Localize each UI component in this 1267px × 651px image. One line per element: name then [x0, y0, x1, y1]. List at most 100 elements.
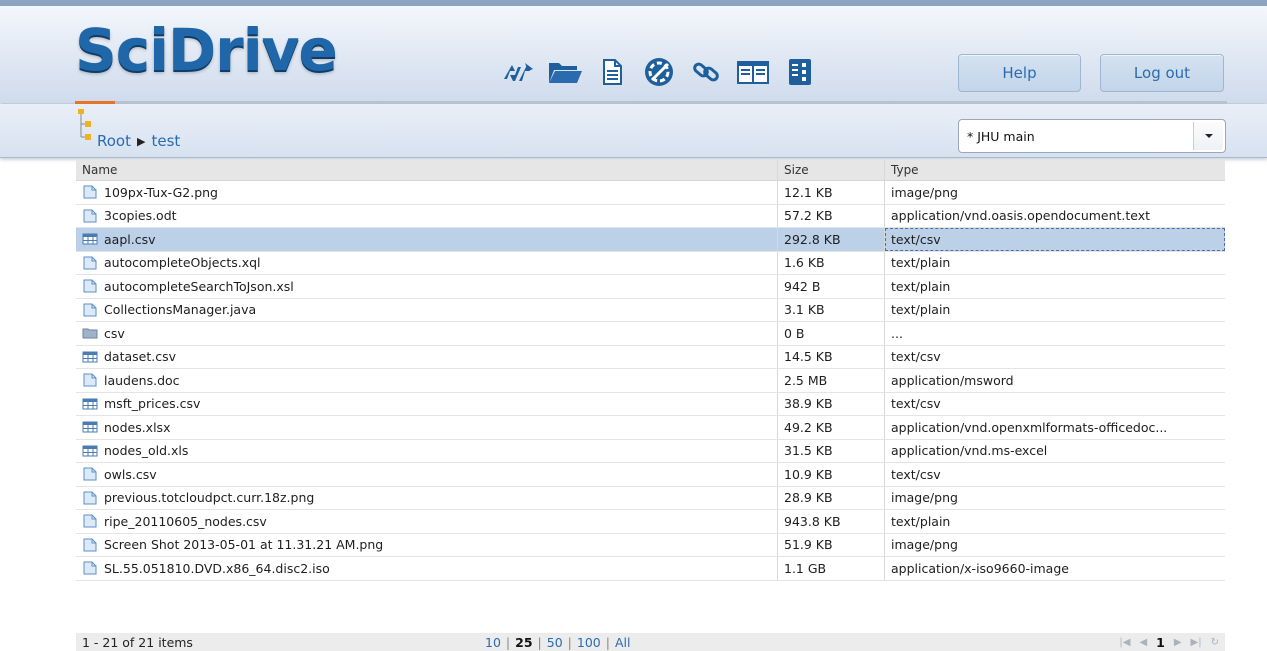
file-name[interactable]: 109px-Tux-G2.png — [104, 185, 218, 200]
table-icon — [82, 397, 98, 411]
folder-icon[interactable] — [547, 52, 583, 92]
page-size-divider: | — [505, 634, 511, 650]
file-row[interactable]: msft_prices.csv 38.9 KB text/csv — [76, 392, 1225, 416]
file-row[interactable]: 109px-Tux-G2.png 12.1 KB image/png — [76, 181, 1225, 205]
file-name[interactable]: csv — [104, 326, 125, 341]
file-row[interactable]: Screen Shot 2013-05-01 at 11.31.21 AM.pn… — [76, 533, 1225, 557]
breadcrumb-root[interactable]: Root — [97, 132, 131, 150]
chevron-down-icon[interactable] — [1193, 122, 1223, 150]
file-name[interactable]: 3copies.odt — [104, 208, 177, 223]
share-select[interactable]: * JHU main — [958, 119, 1226, 153]
file-row[interactable]: dataset.csv 14.5 KB text/csv — [76, 345, 1225, 369]
file-type: text/plain — [891, 302, 951, 318]
prev-page-icon[interactable]: ◀ — [1139, 637, 1147, 648]
file-type: text/csv — [891, 349, 941, 365]
file-icon — [82, 185, 98, 199]
file-row[interactable]: CollectionsManager.java 3.1 KB text/plain — [76, 298, 1225, 322]
file-name-cell[interactable]: dataset.csv — [76, 345, 778, 368]
sync-icon[interactable] — [500, 52, 536, 92]
file-type: image/png — [891, 184, 958, 200]
file-type: text/plain — [891, 278, 951, 294]
table-icon — [82, 350, 98, 364]
file-row[interactable]: csv 0 B... — [76, 322, 1225, 346]
file-name-cell[interactable]: laudens.doc — [76, 369, 778, 392]
current-page[interactable]: 1 — [1156, 635, 1165, 650]
file-row[interactable]: SL.55.051810.DVD.x86_64.disc2.iso 1.1 GB a… — [76, 557, 1225, 581]
file-name-cell[interactable]: ripe_20110605_nodes.csv — [76, 510, 778, 533]
file-name-cell[interactable]: nodes_old.xls — [76, 439, 778, 462]
file-row[interactable]: owls.csv 10.9 KB text/csv — [76, 463, 1225, 487]
file-name[interactable]: Screen Shot 2013-05-01 at 11.31.21 AM.pn… — [104, 537, 383, 552]
file-name[interactable]: autocompleteSearchToJson.xsl — [104, 279, 294, 294]
file-name[interactable]: nodes_old.xls — [104, 443, 188, 458]
page-size-option[interactable]: 100 — [577, 635, 601, 650]
column-header-type[interactable]: Type — [885, 160, 1225, 180]
file-row[interactable]: ripe_20110605_nodes.csv 943.8 KB text/plai… — [76, 510, 1225, 534]
file-name[interactable]: msft_prices.csv — [104, 396, 200, 411]
file-name[interactable]: laudens.doc — [104, 373, 180, 388]
help-button[interactable]: Help — [958, 54, 1081, 92]
folder-icon — [82, 326, 98, 340]
file-name[interactable]: previous.totcloudpct.curr.18z.png — [104, 490, 314, 505]
file-name-cell[interactable]: msft_prices.csv — [76, 392, 778, 415]
file-size: 1.6 KB — [778, 251, 885, 274]
table-icon — [82, 232, 98, 246]
next-page-icon[interactable]: ▶ — [1174, 637, 1182, 648]
file-row[interactable]: nodes.xlsx 49.2 KB application/vnd.openxml… — [76, 416, 1225, 440]
share-select-value[interactable]: * JHU main — [959, 129, 1193, 144]
tree-icon[interactable] — [76, 108, 94, 145]
breadcrumb-current[interactable]: test — [151, 132, 180, 150]
logout-button[interactable]: Log out — [1100, 54, 1224, 92]
last-page-icon[interactable]: ▶| — [1191, 637, 1202, 648]
first-page-icon[interactable]: |◀ — [1119, 637, 1130, 648]
file-type: text/csv — [891, 396, 941, 412]
column-header-name[interactable]: Name — [76, 160, 778, 180]
column-header-size[interactable]: Size — [778, 160, 885, 180]
app-header: SciDrive Help Log out — [0, 0, 1267, 103]
page-size-option[interactable]: All — [615, 635, 631, 650]
file-row[interactable]: autocompleteObjects.xql 1.6 KB text/plain — [76, 251, 1225, 275]
refresh-icon[interactable]: ↻ — [1211, 637, 1219, 648]
file-row[interactable]: laudens.doc 2.5 MB application/msword — [76, 369, 1225, 393]
file-name-cell[interactable]: aapl.csv — [76, 228, 778, 251]
file-name-cell[interactable]: CollectionsManager.java — [76, 298, 778, 321]
file-row[interactable]: aapl.csv 292.8 KB text/csv — [76, 228, 1225, 252]
file-name-cell[interactable]: previous.totcloudpct.curr.18z.png — [76, 486, 778, 509]
file-row[interactable]: autocompleteSearchToJson.xsl 942 B text/pl… — [76, 275, 1225, 299]
file-name-cell[interactable]: Screen Shot 2013-05-01 at 11.31.21 AM.pn… — [76, 533, 778, 556]
page-size-divider: | — [605, 634, 610, 650]
page-size-option[interactable]: 10 — [485, 635, 501, 650]
file-row[interactable]: nodes_old.xls 31.5 KB application/vnd.ms-e… — [76, 439, 1225, 463]
file-name[interactable]: ripe_20110605_nodes.csv — [104, 514, 267, 529]
file-name-cell[interactable]: nodes.xlsx — [76, 416, 778, 439]
share-icon[interactable] — [641, 52, 677, 92]
file-name[interactable]: nodes.xlsx — [104, 420, 170, 435]
page-size-option[interactable]: 25 — [515, 635, 532, 650]
file-row[interactable]: 3copies.odt 57.2 KB application/vnd.oasis.… — [76, 204, 1225, 228]
breadcrumb: Root ▶ test — [97, 132, 180, 150]
metadata-icon[interactable] — [782, 52, 818, 92]
file-name-cell[interactable]: 109px-Tux-G2.png — [76, 181, 778, 204]
file-type: image/png — [891, 537, 958, 553]
file-name[interactable]: aapl.csv — [104, 232, 155, 247]
file-name[interactable]: owls.csv — [104, 467, 157, 482]
document-icon[interactable] — [594, 52, 630, 92]
file-row[interactable]: previous.totcloudpct.curr.18z.png 28.9 KB… — [76, 486, 1225, 510]
page-size-option[interactable]: 50 — [547, 635, 563, 650]
file-name-cell[interactable]: autocompleteObjects.xql — [76, 251, 778, 274]
file-type: application/vnd.openxmlformats-officedoc… — [891, 419, 1168, 435]
file-name-cell[interactable]: SL.55.051810.DVD.x86_64.disc2.iso — [76, 557, 778, 580]
columns-icon[interactable] — [735, 52, 771, 92]
file-name[interactable]: autocompleteObjects.xql — [104, 255, 261, 270]
pager-nav: |◀ ◀ 1 ▶ ▶| ↻ — [1110, 633, 1219, 651]
file-name[interactable]: SL.55.051810.DVD.x86_64.disc2.iso — [104, 561, 330, 576]
link-icon[interactable] — [688, 52, 724, 92]
file-name-cell[interactable]: owls.csv — [76, 463, 778, 486]
file-icon — [82, 209, 98, 223]
file-name-cell[interactable]: 3copies.odt — [76, 204, 778, 227]
file-name-cell[interactable]: autocompleteSearchToJson.xsl — [76, 275, 778, 298]
file-name[interactable]: dataset.csv — [104, 349, 176, 364]
file-icon — [82, 256, 98, 270]
file-name[interactable]: CollectionsManager.java — [104, 302, 256, 317]
file-name-cell[interactable]: csv — [76, 322, 778, 345]
